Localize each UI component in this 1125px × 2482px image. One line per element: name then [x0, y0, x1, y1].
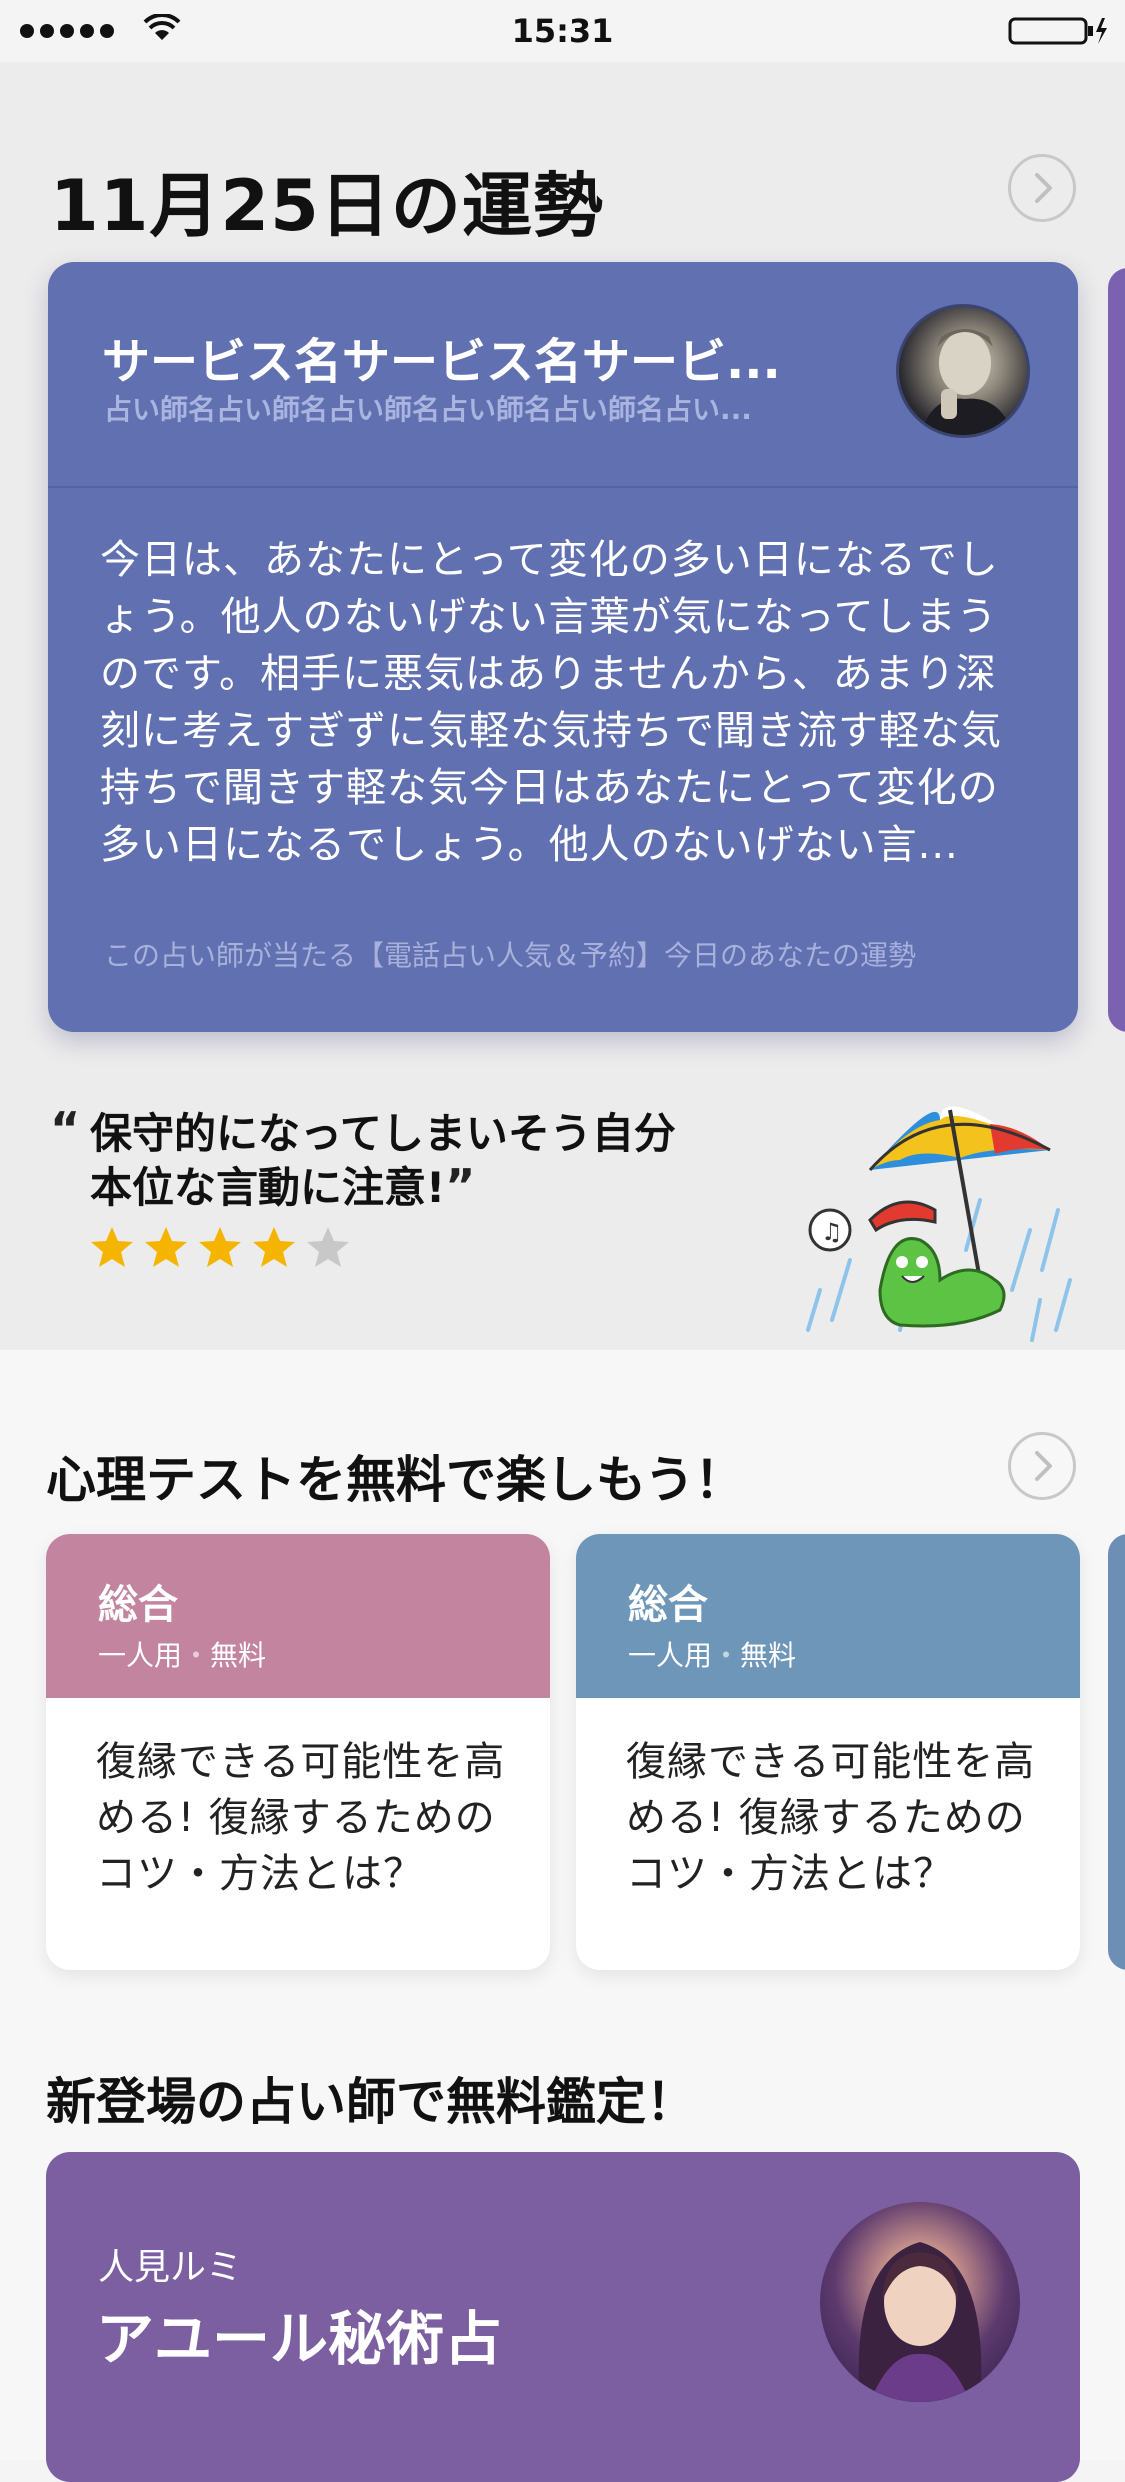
status-bar: 15:31 — [0, 0, 1125, 62]
new-teller-card[interactable]: 人見ルミ アユール秘術占 — [46, 2152, 1080, 2482]
test-title: 復縁できる可能性を高める! 復縁するためのコツ・方法とは？ — [96, 1739, 506, 1897]
psych-test-card[interactable]: 総合 一人用・無料 復縁できる可能性を高める! 復縁するためのコツ・方法とは？ — [46, 1534, 550, 1970]
fortune-more-button[interactable] — [1008, 154, 1076, 222]
test-players: 一人用 — [628, 1639, 713, 1672]
star-filled-icon — [199, 1227, 241, 1267]
star-rating — [88, 1224, 352, 1272]
fortune-summary: 保守的になってしまいそう自分本位な言動に注意!” — [90, 1108, 690, 1214]
test-price: 無料 — [210, 1639, 267, 1672]
test-players: 一人用 — [98, 1639, 183, 1672]
test-meta: 一人用・無料 — [628, 1634, 796, 1674]
teller-name: 人見ルミ — [98, 2247, 243, 2288]
psych-tests-more-button[interactable] — [1008, 1432, 1076, 1500]
test-category: 総合 — [98, 1582, 178, 1628]
test-price: 無料 — [740, 1639, 797, 1672]
teller-avatar — [896, 304, 1030, 438]
test-title: 復縁できる可能性を高める! 復縁するためのコツ・方法とは？ — [626, 1739, 1036, 1897]
service-name: サービス名サービス名サービ... — [102, 334, 781, 390]
next-test-card[interactable] — [1108, 1534, 1125, 1970]
close-quote: ” — [445, 1159, 476, 1213]
next-fortune-card[interactable] — [1108, 268, 1125, 1032]
chevron-right-icon — [1035, 1451, 1052, 1481]
fortune-card[interactable]: サービス名サービス名サービ... 占い師名占い師名占い師名占い師名占い師名占い.… — [48, 262, 1078, 1032]
umbrella-character-illustration: ♫ — [806, 1106, 1072, 1342]
svg-text:♫: ♫ — [821, 1218, 843, 1246]
star-filled-icon — [253, 1227, 295, 1267]
card-divider — [48, 486, 1078, 488]
summary-text: 保守的になってしまいそう自分本位な言動に注意! — [90, 1109, 676, 1212]
star-filled-icon — [145, 1227, 187, 1267]
portrait-image — [920, 329, 1014, 435]
teller-names: 占い師名占い師名占い師名占い師名占い師名占い... — [104, 393, 752, 426]
teller-service-name: アユール秘術占 — [96, 2305, 503, 2373]
teller-avatar — [820, 2202, 1020, 2402]
portrait-image — [858, 2242, 982, 2402]
battery-icon — [1008, 17, 1107, 45]
star-filled-icon — [91, 1227, 133, 1267]
star-empty-icon — [307, 1227, 349, 1267]
open-quote: “ — [50, 1102, 81, 1156]
meta-separator: ・ — [712, 1639, 741, 1672]
meta-separator: ・ — [182, 1639, 211, 1672]
card-footer: この占い師が当たる【電話占い人気＆予約】今日のあなたの運勢 — [104, 939, 917, 972]
new-tellers-heading: 新登場の占い師で無料鑑定！ — [46, 2073, 696, 2131]
psych-tests-heading: 心理テストを無料で楽しもう！ — [46, 1451, 745, 1509]
chevron-right-icon — [1035, 173, 1052, 203]
fortune-text: 今日は、あなたにとって変化の多い日になるでしょう。他人のないげない言葉が気になっ… — [100, 537, 1002, 868]
psych-test-card[interactable]: 総合 一人用・無料 復縁できる可能性を高める! 復縁するためのコツ・方法とは？ — [576, 1534, 1080, 1970]
fortune-heading: 11月25日の運勢 — [50, 165, 604, 247]
test-category: 総合 — [628, 1582, 708, 1628]
status-time: 15:31 — [511, 12, 614, 50]
test-meta: 一人用・無料 — [98, 1634, 266, 1674]
